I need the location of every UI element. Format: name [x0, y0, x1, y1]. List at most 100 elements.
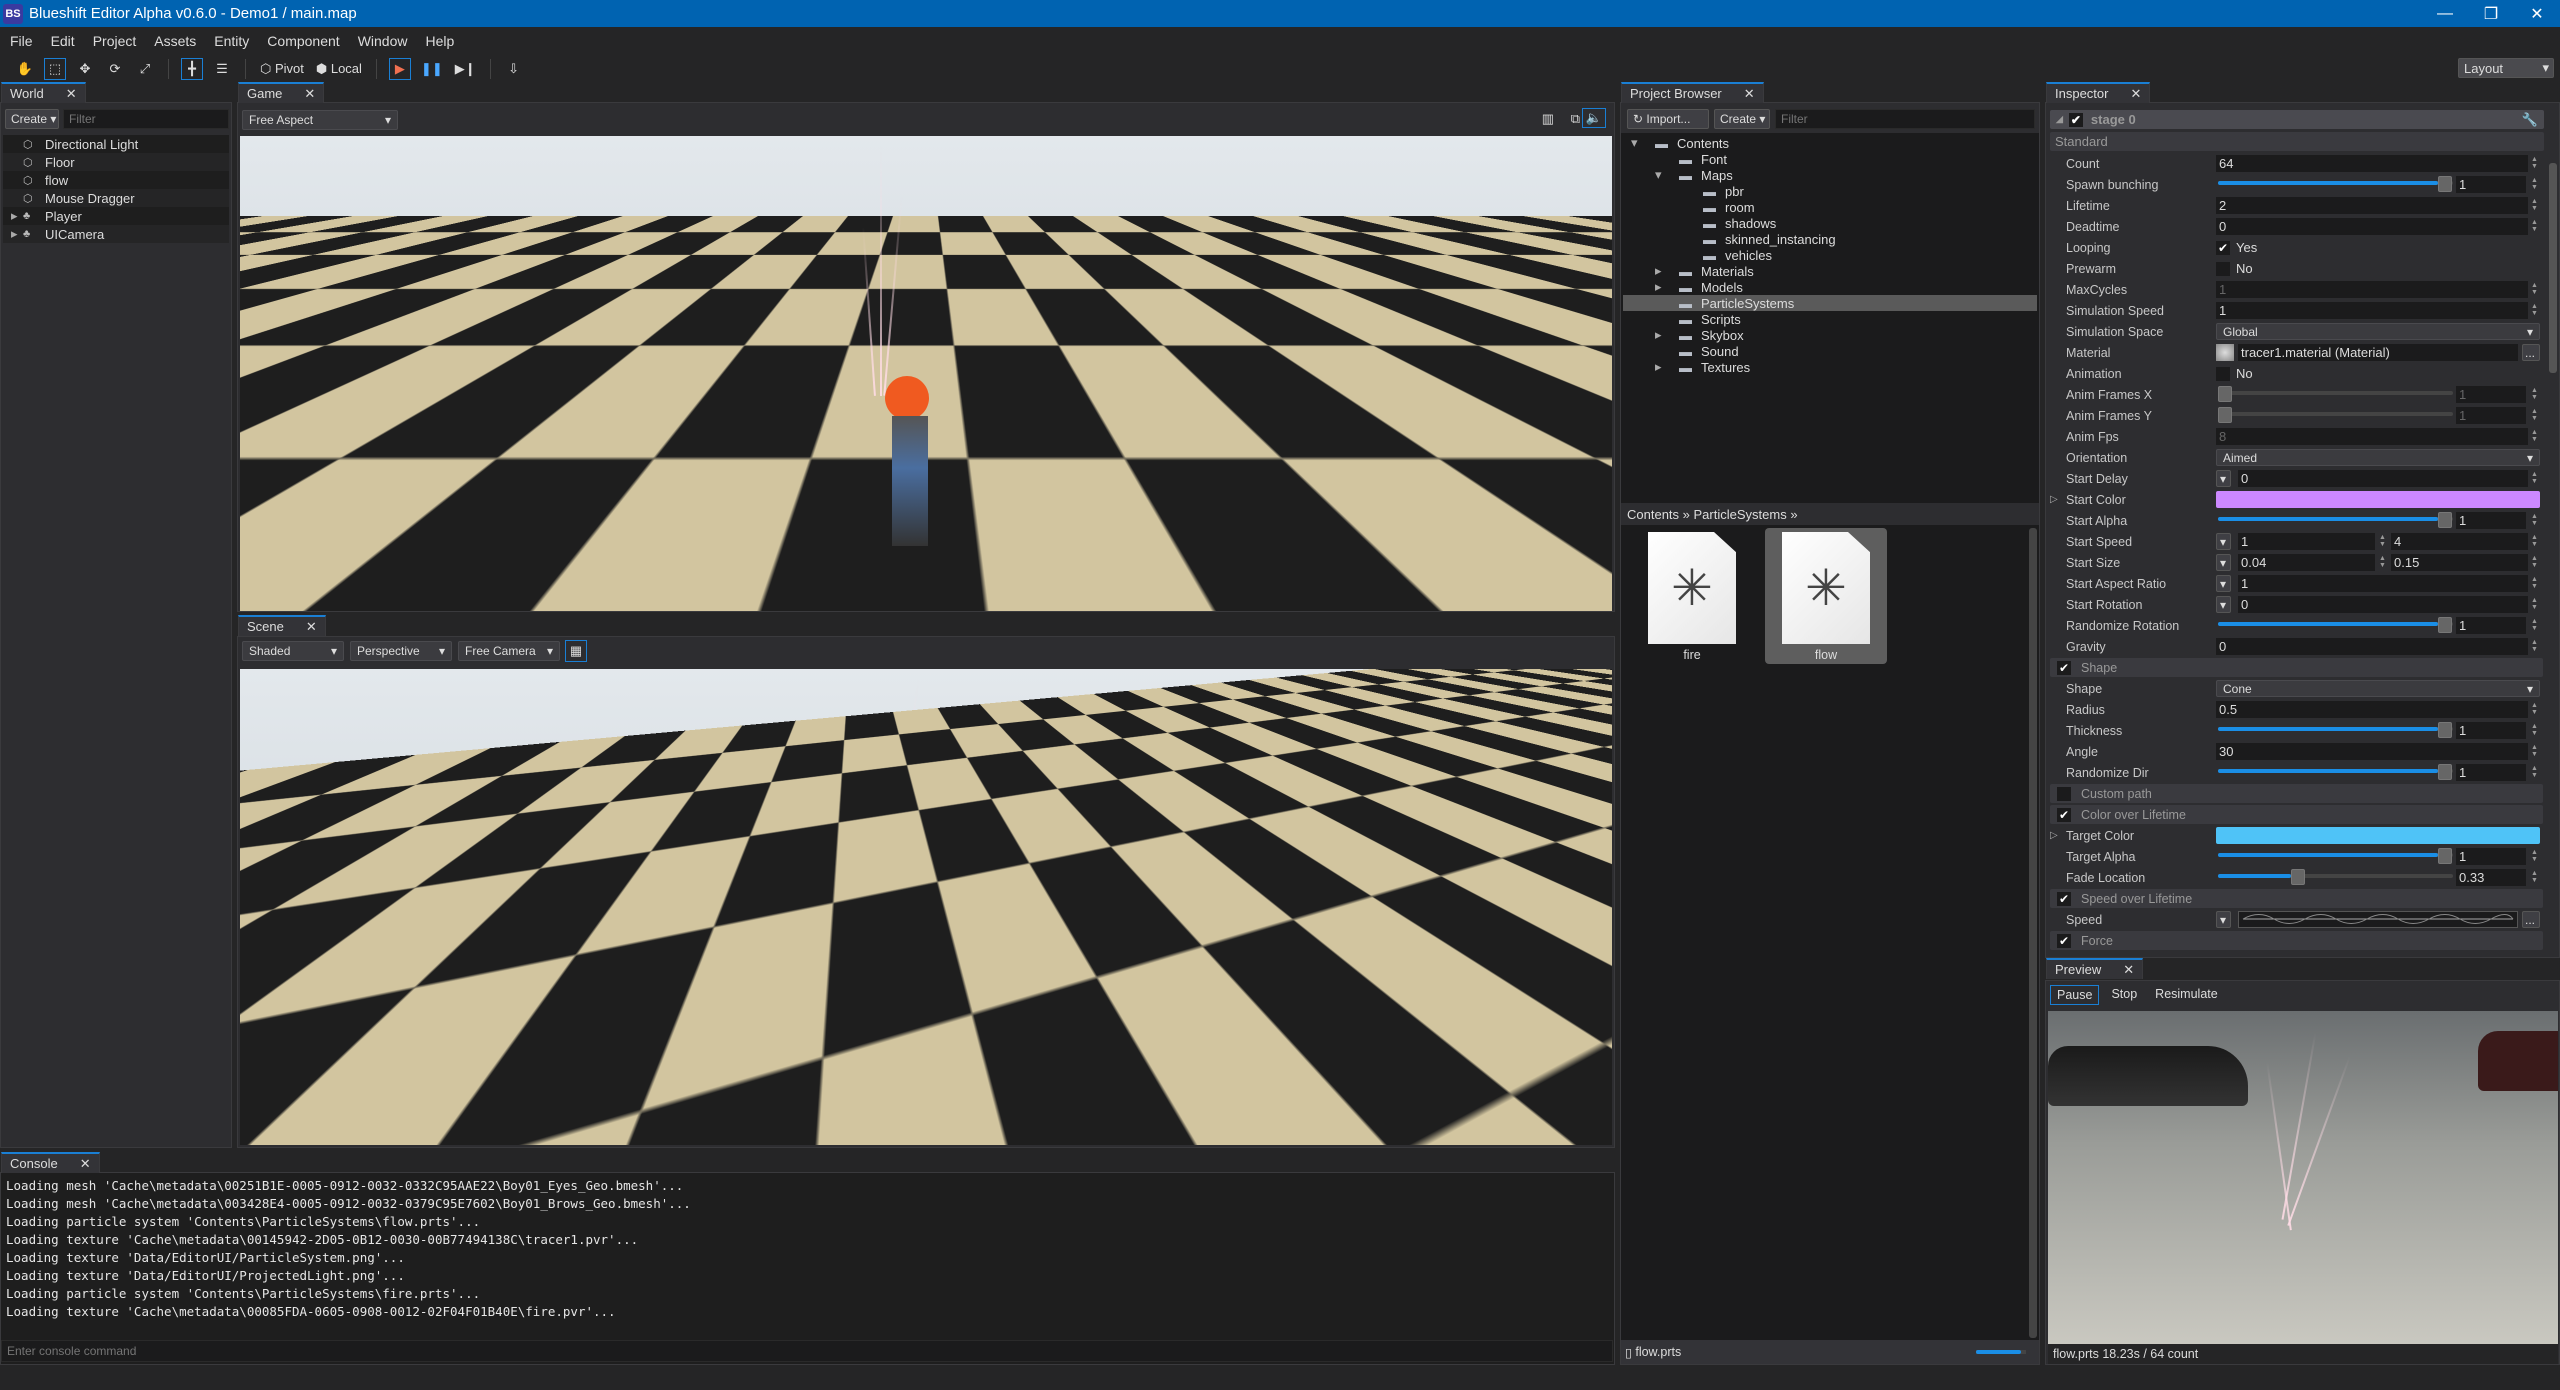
- spinner[interactable]: ▲ ▼: [2531, 639, 2538, 653]
- projection-dropdown[interactable]: Perspective ▾: [350, 641, 452, 661]
- tab-project-browser[interactable]: Project Browser ✕: [1621, 82, 1764, 103]
- asset-item[interactable]: ✳ flow: [1765, 528, 1887, 664]
- tab-preview[interactable]: Preview ✕: [2046, 958, 2144, 979]
- restore-button[interactable]: ❐: [2468, 0, 2514, 27]
- spinner[interactable]: ▲ ▼: [2379, 534, 2386, 548]
- slider-track[interactable]: [2218, 412, 2453, 416]
- world-item[interactable]: ▸ ♣ UICamera: [3, 225, 229, 243]
- folder-item[interactable]: ▬ Font: [1623, 151, 2037, 167]
- folder-item[interactable]: ▬ vehicles: [1623, 247, 2037, 263]
- expand-arrow-icon[interactable]: ▸: [3, 226, 23, 242]
- material-thumbnail[interactable]: [2216, 344, 2234, 361]
- spinner[interactable]: ▲ ▼: [2531, 429, 2538, 443]
- number-field[interactable]: 0: [2216, 638, 2528, 655]
- close-icon[interactable]: ✕: [66, 86, 77, 102]
- spinner[interactable]: ▲ ▼: [2531, 702, 2538, 716]
- layout-dropdown[interactable]: Layout ▾: [2458, 58, 2554, 78]
- mode-dropdown[interactable]: ▾: [2216, 533, 2231, 550]
- max-field[interactable]: 4: [2391, 533, 2528, 550]
- checkbox[interactable]: [2216, 261, 2230, 276]
- checkbox[interactable]: [2216, 366, 2230, 381]
- asset-scrollbar[interactable]: [2029, 528, 2037, 1338]
- play-icon[interactable]: ▶: [388, 57, 411, 80]
- slider-handle[interactable]: [2438, 176, 2452, 192]
- expand-arrow-icon[interactable]: ▸: [1655, 279, 1669, 295]
- world-item[interactable]: ⬡ Directional Light: [3, 135, 229, 153]
- folder-item[interactable]: ▬ shadows: [1623, 215, 2037, 231]
- grid-icon[interactable]: ▦: [565, 640, 587, 662]
- folder-item[interactable]: ▬ room: [1623, 199, 2037, 215]
- wrench-icon[interactable]: 🔧: [2522, 112, 2538, 128]
- dropdown[interactable]: Global ▾: [2216, 323, 2540, 340]
- mode-dropdown[interactable]: ▾: [2216, 911, 2231, 928]
- expand-arrow-icon[interactable]: ▷: [2050, 830, 2058, 841]
- expand-arrow-icon[interactable]: ▸: [1655, 359, 1669, 375]
- slider-track[interactable]: [2218, 727, 2453, 731]
- game-viewport[interactable]: [240, 136, 1612, 611]
- number-field[interactable]: 1: [2456, 617, 2526, 634]
- slider-track[interactable]: [2218, 181, 2453, 185]
- close-button[interactable]: ✕: [2514, 0, 2560, 27]
- number-field[interactable]: 1: [2456, 176, 2526, 193]
- number-field[interactable]: 2: [2216, 197, 2528, 214]
- expand-arrow-icon[interactable]: ▾: [1655, 167, 1669, 183]
- menu-component[interactable]: Component: [267, 33, 339, 49]
- pivot-button[interactable]: ⬡ Pivot: [258, 58, 306, 80]
- spinner[interactable]: ▲ ▼: [2531, 219, 2538, 233]
- world-item[interactable]: ▸ ♣ Player: [3, 207, 229, 225]
- menu-entity[interactable]: Entity: [214, 33, 249, 49]
- slider-handle[interactable]: [2438, 512, 2452, 528]
- folder-item[interactable]: ▬ ParticleSystems: [1623, 295, 2037, 311]
- spinner[interactable]: ▲ ▼: [2531, 387, 2538, 401]
- tab-inspector[interactable]: Inspector ✕: [2046, 82, 2151, 103]
- tab-scene[interactable]: Scene ✕: [238, 615, 326, 636]
- slider-track[interactable]: [2218, 622, 2453, 626]
- folder-item[interactable]: ▸ ▬ Textures: [1623, 359, 2037, 375]
- number-field[interactable]: 0: [2238, 470, 2528, 487]
- slider-track[interactable]: [2218, 769, 2453, 773]
- snap-icon[interactable]: ╋: [181, 57, 203, 80]
- number-field[interactable]: 8: [2216, 428, 2528, 445]
- right-joystick[interactable]: [1360, 336, 1470, 446]
- spinner[interactable]: ▲ ▼: [2531, 471, 2538, 485]
- number-field[interactable]: 1: [2456, 764, 2526, 781]
- slider-track[interactable]: [2218, 391, 2453, 395]
- folder-item[interactable]: ▬ Sound: [1623, 343, 2037, 359]
- spinner[interactable]: ▲ ▼: [2531, 303, 2538, 317]
- tab-console[interactable]: Console ✕: [1, 1152, 100, 1173]
- console-input[interactable]: [1, 1340, 1613, 1362]
- mode-dropdown[interactable]: ▾: [2216, 575, 2231, 592]
- slider-handle[interactable]: [2218, 407, 2232, 423]
- folder-item[interactable]: ▾ ▬ Contents: [1623, 135, 2037, 151]
- browse-button[interactable]: ...: [2522, 344, 2540, 361]
- number-field[interactable]: 0: [2238, 596, 2528, 613]
- breadcrumb-item[interactable]: ParticleSystems: [1694, 507, 1787, 522]
- number-field[interactable]: 64: [2216, 155, 2528, 172]
- section-checkbox[interactable]: [2057, 786, 2071, 801]
- aspect-dropdown[interactable]: Free Aspect ▾: [242, 110, 398, 130]
- section-checkbox[interactable]: ✔: [2057, 891, 2071, 906]
- spinner[interactable]: ▲ ▼: [2531, 618, 2538, 632]
- minimize-button[interactable]: —: [2422, 0, 2468, 27]
- slider-handle[interactable]: [2438, 764, 2452, 780]
- preview-viewport[interactable]: [2048, 1011, 2558, 1344]
- number-field[interactable]: 30: [2216, 743, 2528, 760]
- sound-icon[interactable]: 🔈: [1581, 108, 1606, 128]
- section-header[interactable]: ✔ Force: [2050, 931, 2543, 950]
- stage-enabled-checkbox[interactable]: ✔: [2068, 112, 2083, 127]
- spinner[interactable]: ▲ ▼: [2531, 849, 2538, 863]
- mode-dropdown[interactable]: ▾: [2216, 470, 2231, 487]
- slider-handle[interactable]: [2290, 869, 2305, 885]
- rotate-icon[interactable]: ⟳: [104, 58, 126, 80]
- world-create-button[interactable]: Create ▾: [5, 109, 59, 129]
- spinner[interactable]: ▲ ▼: [2531, 282, 2538, 296]
- section-checkbox[interactable]: ✔: [2057, 933, 2071, 948]
- scale-icon[interactable]: ⤢: [134, 58, 156, 80]
- slider-track[interactable]: [2218, 853, 2453, 857]
- preview-resimulate-button[interactable]: Resimulate: [2149, 985, 2224, 1005]
- section-checkbox[interactable]: ✔: [2057, 807, 2071, 822]
- close-icon[interactable]: ✕: [306, 619, 317, 635]
- number-field[interactable]: 1: [2456, 512, 2526, 529]
- hand-icon[interactable]: ✋: [14, 58, 36, 80]
- spinner[interactable]: ▲ ▼: [2531, 870, 2538, 884]
